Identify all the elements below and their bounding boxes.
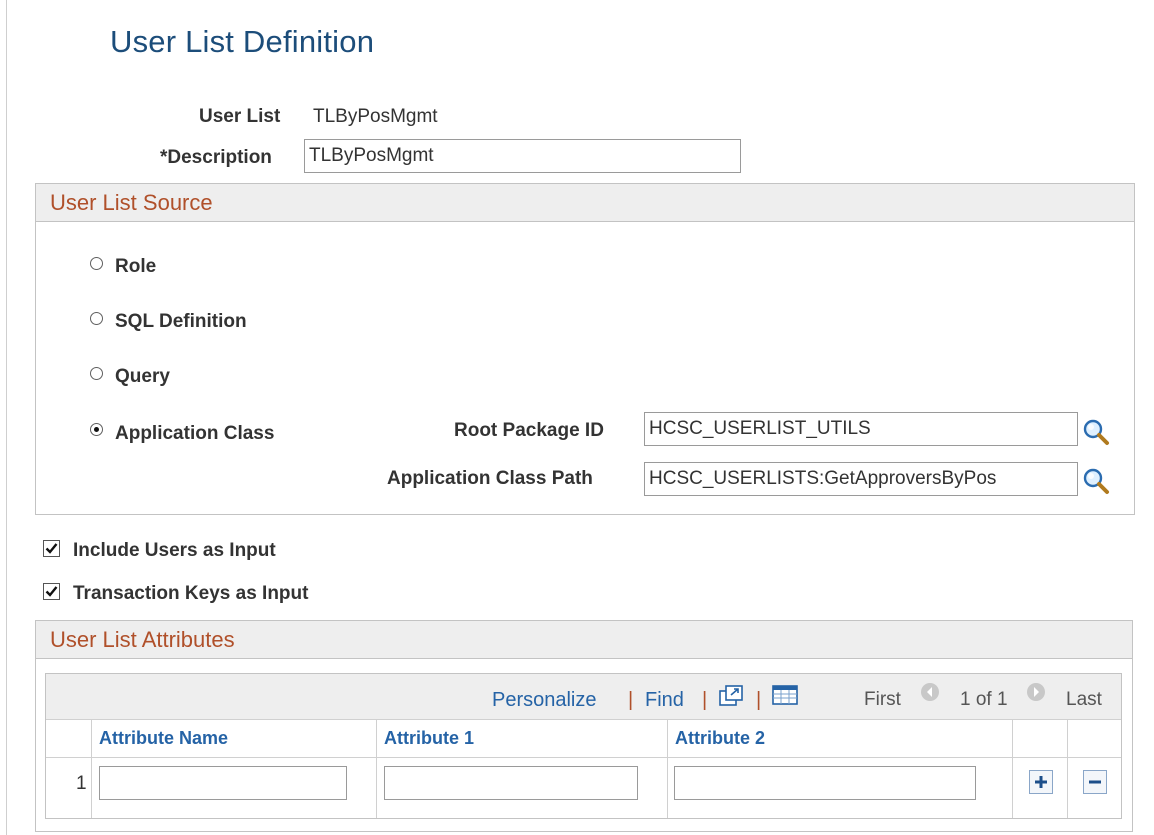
user-list-source-title: User List Source — [50, 190, 213, 215]
attribute-1-input[interactable] — [384, 766, 638, 800]
sql-definition-radio[interactable] — [90, 312, 103, 325]
include-users-label[interactable]: Include Users as Input — [73, 540, 276, 562]
class-path-search-icon[interactable] — [1082, 467, 1112, 495]
application-class-radio[interactable] — [90, 423, 103, 436]
grid-header-top-line — [46, 719, 1121, 720]
root-package-search-icon[interactable] — [1082, 418, 1112, 446]
grid-column-divider — [91, 719, 92, 818]
description-label: *Description — [160, 147, 272, 168]
toolbar-separator: | — [628, 689, 634, 711]
delete-row-button[interactable] — [1083, 770, 1107, 794]
role-radio[interactable] — [90, 257, 103, 270]
class-path-input[interactable]: HCSC_USERLISTS:GetApproversByPos — [644, 462, 1078, 496]
column-header-attribute-name[interactable]: Attribute Name — [99, 728, 228, 749]
column-header-attribute-2[interactable]: Attribute 2 — [675, 728, 765, 749]
grid-column-divider — [1012, 719, 1013, 818]
next-arrow-icon[interactable] — [1027, 683, 1045, 701]
attribute-2-input[interactable] — [674, 766, 976, 800]
description-input[interactable]: TLByPosMgmt — [304, 139, 741, 173]
last-label: Last — [1066, 689, 1102, 710]
root-package-label: Root Package ID — [454, 420, 604, 441]
grid-column-divider — [376, 719, 377, 818]
transaction-keys-checkbox[interactable] — [43, 583, 60, 600]
row-range: 1 of 1 — [960, 689, 1008, 710]
toolbar-separator: | — [756, 689, 762, 711]
user-list-attributes-title: User List Attributes — [50, 627, 235, 652]
query-radio[interactable] — [90, 367, 103, 380]
class-path-label: Application Class Path — [387, 468, 593, 489]
grid-column-divider — [667, 719, 668, 818]
sql-definition-radio-label[interactable]: SQL Definition — [115, 311, 247, 333]
root-package-input[interactable]: HCSC_USERLIST_UTILS — [644, 412, 1078, 446]
include-users-checkbox[interactable] — [43, 540, 60, 557]
user-list-source-header: User List Source — [36, 184, 1134, 222]
download-spreadsheet-icon[interactable] — [771, 684, 801, 708]
plus-icon — [1035, 776, 1047, 788]
page-title: User List Definition — [110, 24, 375, 59]
personalize-link[interactable]: Personalize — [492, 689, 597, 712]
query-radio-label[interactable]: Query — [115, 366, 170, 388]
column-header-attribute-1[interactable]: Attribute 1 — [384, 728, 474, 749]
grid-header-bottom-line — [46, 757, 1121, 758]
row-number: 1 — [76, 773, 87, 794]
minus-icon — [1089, 780, 1101, 784]
attribute-name-input[interactable] — [99, 766, 347, 800]
grid-column-divider — [1067, 719, 1068, 818]
user-list-value: TLByPosMgmt — [313, 106, 438, 127]
transaction-keys-label[interactable]: Transaction Keys as Input — [73, 583, 308, 605]
first-label: First — [864, 689, 901, 710]
add-row-button[interactable] — [1029, 770, 1053, 794]
previous-arrow-icon[interactable] — [921, 683, 939, 701]
view-all-icon[interactable] — [718, 684, 748, 708]
application-class-radio-label[interactable]: Application Class — [115, 423, 274, 445]
toolbar-separator: | — [702, 689, 708, 711]
user-list-attributes-header: User List Attributes — [36, 621, 1132, 659]
find-link[interactable]: Find — [645, 689, 684, 712]
user-list-label: User List — [199, 106, 281, 127]
role-radio-label[interactable]: Role — [115, 256, 156, 278]
